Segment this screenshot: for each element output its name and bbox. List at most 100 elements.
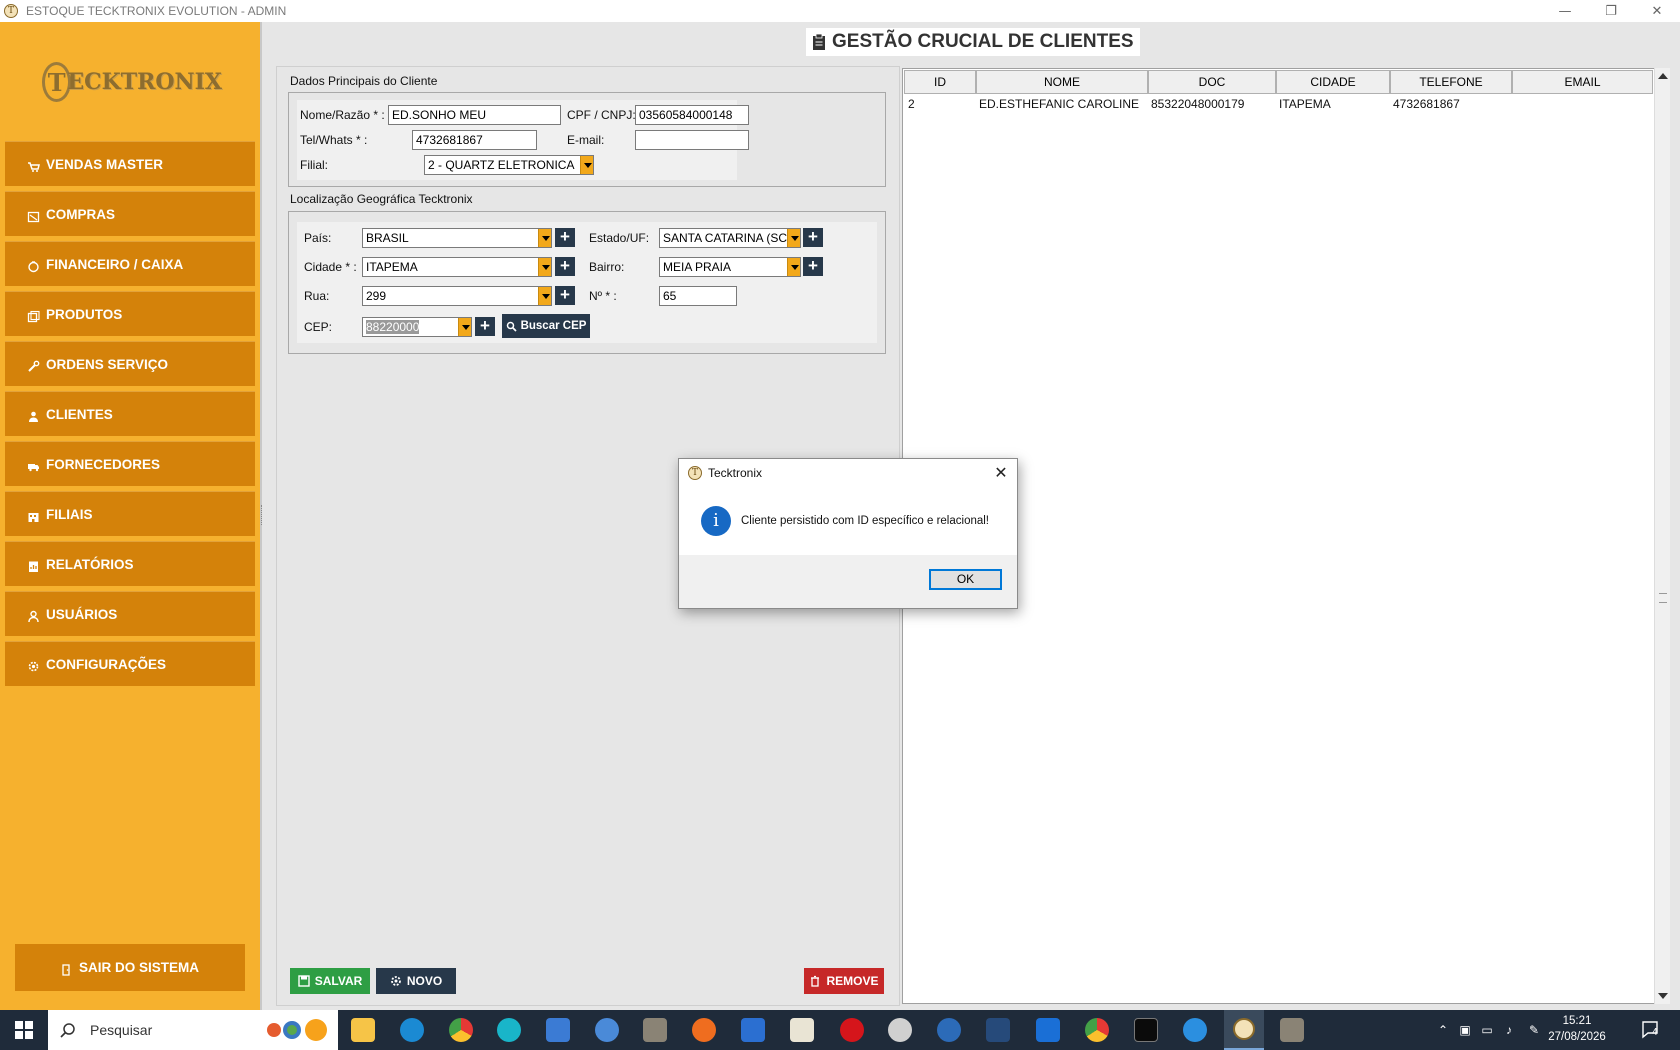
add-pais-button[interactable]: + xyxy=(555,228,575,247)
estado-select[interactable]: SANTA CATARINA (SC) xyxy=(659,228,801,248)
chevron-down-icon[interactable] xyxy=(580,156,593,174)
nav-filiais-button[interactable]: FILIAIS xyxy=(5,491,255,536)
minimize-button[interactable]: — xyxy=(1542,0,1588,22)
nav-clientes-button[interactable]: CLIENTES xyxy=(5,391,255,436)
column-header-telefone[interactable]: TELEFONE xyxy=(1390,70,1512,94)
pais-select[interactable]: BRASIL xyxy=(362,228,552,248)
cep-select[interactable]: 88220000 xyxy=(362,317,472,337)
table-scrollbar[interactable] xyxy=(1654,68,1670,1004)
nome-field[interactable]: ED.SONHO MEU xyxy=(388,105,561,125)
taskbar-search[interactable]: Pesquisar xyxy=(48,1010,338,1050)
filial-select[interactable]: 2 - QUARTZ ELETRONICA xyxy=(424,155,594,175)
tecktronix-taskbar-button[interactable] xyxy=(1224,1010,1264,1050)
dialog-close-button[interactable]: ✕ xyxy=(991,463,1011,483)
tel-label: Tel/Whats * : xyxy=(300,133,368,147)
nav-produtos-button[interactable]: PRODUTOS xyxy=(5,291,255,336)
document-icon[interactable] xyxy=(790,1018,814,1042)
gimp-icon[interactable] xyxy=(1280,1018,1304,1042)
nav-compras-button[interactable]: COMPRAS xyxy=(5,191,255,236)
column-header-doc[interactable]: DOC xyxy=(1148,70,1276,94)
splitter-grip[interactable] xyxy=(261,505,263,525)
word-icon[interactable] xyxy=(741,1018,765,1042)
app-icon[interactable] xyxy=(986,1018,1010,1042)
rua-select[interactable]: 299 xyxy=(362,286,552,306)
cell-doc: 85322048000179 xyxy=(1151,97,1245,111)
nav-usuarios-button[interactable]: USUÁRIOS xyxy=(5,591,255,636)
camera-icon[interactable]: ▣ xyxy=(1454,1023,1476,1037)
chevron-down-icon[interactable] xyxy=(538,287,551,305)
chevron-down-icon[interactable] xyxy=(458,318,471,336)
chrome-icon[interactable] xyxy=(1085,1018,1109,1042)
dialog-body: i Cliente persistido com ID específico e… xyxy=(679,487,1017,555)
terminal-icon[interactable] xyxy=(1134,1018,1158,1042)
novo-button[interactable]: NOVO xyxy=(376,968,456,994)
info-icon: i xyxy=(701,506,731,536)
taskbar-clock[interactable]: 15:21 27/08/2026 xyxy=(1542,1013,1612,1045)
nav-financeiro-button[interactable]: FINANCEIRO / CAIXA xyxy=(5,241,255,286)
cidade-select-value: ITAPEMA xyxy=(366,260,418,274)
file-explorer-icon[interactable] xyxy=(351,1018,375,1042)
canva-icon[interactable] xyxy=(497,1018,521,1042)
chevron-up-icon[interactable]: ⌃ xyxy=(1432,1023,1454,1037)
firefox-icon[interactable] xyxy=(692,1018,716,1042)
email-field[interactable] xyxy=(635,130,749,150)
store-icon[interactable] xyxy=(546,1018,570,1042)
tel-whats-field[interactable]: 4732681867 xyxy=(412,130,537,150)
edge-browser-icon[interactable] xyxy=(400,1018,424,1042)
weather-widget-icon[interactable] xyxy=(264,1018,334,1042)
gimp-icon[interactable] xyxy=(643,1018,667,1042)
close-window-button[interactable]: ✕ xyxy=(1634,0,1680,22)
column-header-email[interactable]: EMAIL xyxy=(1512,70,1653,94)
app-icon[interactable] xyxy=(1183,1018,1207,1042)
search-icon xyxy=(60,1023,75,1038)
column-header-cidade[interactable]: CIDADE xyxy=(1276,70,1390,94)
remove-button[interactable]: REMOVE xyxy=(804,968,884,994)
nav-fornecedores-button[interactable]: FORNECEDORES xyxy=(5,441,255,486)
chevron-down-icon[interactable] xyxy=(787,258,800,276)
app-icon[interactable] xyxy=(1036,1018,1060,1042)
chevron-down-icon[interactable] xyxy=(787,229,800,247)
scroll-down-icon[interactable] xyxy=(1658,993,1668,999)
add-cep-button[interactable]: + xyxy=(475,317,495,336)
nav-vendas-master-button[interactable]: VENDAS MASTER xyxy=(5,141,255,186)
nav-label: FINANCEIRO / CAIXA xyxy=(46,256,184,272)
settings-gear-icon[interactable] xyxy=(595,1018,619,1042)
add-cidade-button[interactable]: + xyxy=(555,257,575,276)
cell-id: 2 xyxy=(908,97,915,111)
chevron-down-icon[interactable] xyxy=(538,258,551,276)
chrome-icon[interactable] xyxy=(449,1018,473,1042)
notification-center-button[interactable]: 4 xyxy=(1640,1019,1660,1039)
app-icon[interactable] xyxy=(888,1018,912,1042)
cart-icon xyxy=(27,160,40,173)
numero-field[interactable]: 65 xyxy=(659,286,737,306)
opera-icon[interactable] xyxy=(840,1018,864,1042)
restore-button[interactable]: ❐ xyxy=(1588,0,1634,22)
chevron-down-icon[interactable] xyxy=(538,229,551,247)
network-icon[interactable]: ▭ xyxy=(1476,1023,1498,1037)
add-rua-button[interactable]: + xyxy=(555,286,575,305)
cidade-select[interactable]: ITAPEMA xyxy=(362,257,552,277)
salvar-button[interactable]: SALVAR xyxy=(290,968,370,994)
nav-configuracoes-button[interactable]: CONFIGURAÇÕES xyxy=(5,641,255,686)
nav-relatorios-button[interactable]: RELATÓRIOS xyxy=(5,541,255,586)
add-estado-button[interactable]: + xyxy=(803,228,823,247)
app-icon[interactable] xyxy=(937,1018,961,1042)
bairro-select[interactable]: MEIA PRAIA xyxy=(659,257,801,277)
volume-icon[interactable]: ♪ xyxy=(1498,1023,1520,1037)
add-bairro-button[interactable]: + xyxy=(803,257,823,276)
truck-icon xyxy=(27,460,40,473)
column-header-id[interactable]: ID xyxy=(904,70,976,94)
nav-label: FILIAIS xyxy=(46,506,93,522)
start-button[interactable] xyxy=(0,1010,48,1050)
email-label: E-mail: xyxy=(567,133,605,147)
ok-button[interactable]: OK xyxy=(929,569,1002,590)
scroll-up-icon[interactable] xyxy=(1658,73,1668,79)
cpf-label: CPF / CNPJ: xyxy=(567,108,636,122)
exit-system-button[interactable]: SAIR DO SISTEMA xyxy=(15,944,245,991)
column-header-nome[interactable]: NOME xyxy=(976,70,1148,94)
exit-door-icon xyxy=(61,963,73,976)
nav-ordens-servico-button[interactable]: ORDENS SERVIÇO xyxy=(5,341,255,386)
buscar-cep-button[interactable]: Buscar CEP xyxy=(502,314,590,338)
scroll-grip[interactable] xyxy=(1659,593,1667,603)
cpf-cnpj-field[interactable]: 03560584000148 xyxy=(635,105,749,125)
